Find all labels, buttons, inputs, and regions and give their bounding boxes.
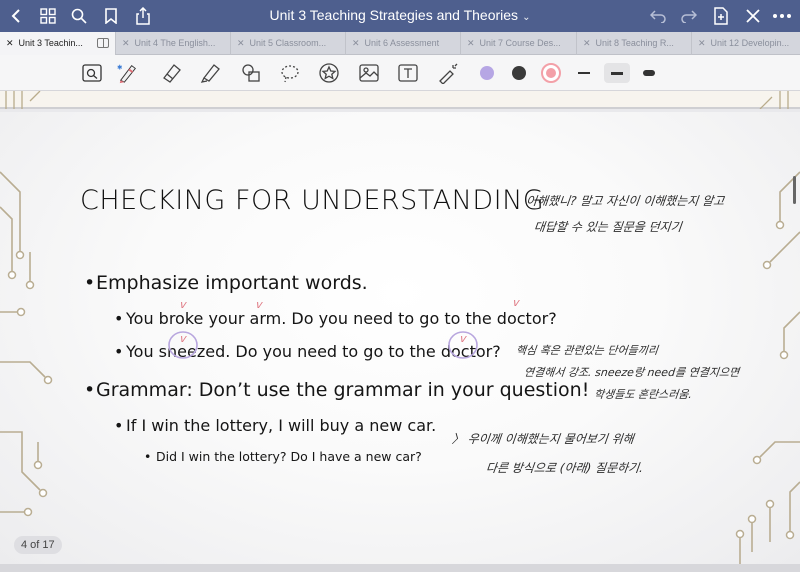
tab-close-icon[interactable]: ✕ <box>467 38 475 48</box>
circuit-decoration-top <box>5 90 789 110</box>
tab-close-icon[interactable]: ✕ <box>122 38 130 48</box>
bullet-text: Did I win the lottery? Do I have a new c… <box>156 449 422 464</box>
redo-icon[interactable] <box>679 6 699 26</box>
thickness-thick[interactable] <box>638 63 660 83</box>
color-swatch-dark[interactable] <box>512 66 526 80</box>
ink-check-mark: v <box>179 298 188 311</box>
highlighter-tool-icon[interactable] <box>199 62 221 84</box>
bullet-dot: • <box>114 416 124 435</box>
tab-bar: ✕ Unit 3 Teachin... ✕ Unit 4 The English..… <box>0 32 800 55</box>
tab-close-icon[interactable]: ✕ <box>6 38 14 48</box>
sub-bullet-lottery: • If I win the lottery, I will buy a new … <box>114 416 437 435</box>
previous-page-edge <box>0 90 800 110</box>
color-swatch-purple[interactable] <box>480 66 494 80</box>
circuit-decoration <box>0 171 800 564</box>
page-counter: 4 of 17 <box>14 536 62 554</box>
laser-pointer-icon[interactable] <box>437 62 459 84</box>
document-title-text: Unit 3 Teaching Strategies and Theories <box>269 7 519 23</box>
split-view-icon[interactable] <box>97 38 109 48</box>
svg-text:✱: ✱ <box>117 64 122 71</box>
handwritten-note: 핵심 혹은 관련있는 단어들끼리 <box>515 344 659 357</box>
tab-label: Unit 5 Classroom... <box>249 38 327 48</box>
undo-icon[interactable] <box>648 6 668 26</box>
color-swatch-pink-selected[interactable] <box>541 63 561 83</box>
handwritten-note: 〉 우이께 이해했는지 물어보기 위해 <box>451 432 635 446</box>
bullet-dot: • <box>144 449 152 464</box>
annotation-toolbar: ✱ <box>0 55 800 91</box>
zoom-window-icon[interactable] <box>81 62 103 84</box>
bullet-text: You broke your arm. Do you need to go to… <box>126 309 557 328</box>
tab-label: Unit 8 Teaching R... <box>595 38 674 48</box>
bullet-dot: • <box>114 309 124 328</box>
tab-close-icon[interactable]: ✕ <box>352 38 360 48</box>
tab-unit-4[interactable]: ✕ Unit 4 The English... <box>116 32 231 55</box>
bullet-text: If I win the lottery, I will buy a new c… <box>126 416 437 435</box>
tab-label: Unit 12 Developin... <box>710 38 790 48</box>
tab-unit-6[interactable]: ✕ Unit 6 Assessment <box>346 32 461 55</box>
tab-label: Unit 6 Assessment <box>364 38 440 48</box>
lasso-tool-icon[interactable] <box>279 62 301 84</box>
thickness-medium-selected[interactable] <box>604 63 630 83</box>
next-page-edge <box>0 564 800 572</box>
close-icon[interactable] <box>743 6 763 26</box>
thickness-thin[interactable] <box>573 63 595 83</box>
elements-tool-icon[interactable] <box>318 62 340 84</box>
tab-unit-8[interactable]: ✕ Unit 8 Teaching R... <box>577 32 692 55</box>
tab-label: Unit 4 The English... <box>134 38 216 48</box>
title-bar: Unit 3 Teaching Strategies and Theories ⌄ <box>0 0 800 32</box>
more-options-icon[interactable] <box>772 6 792 26</box>
title-chevron-down-icon: ⌄ <box>522 12 531 23</box>
eraser-tool-icon[interactable] <box>161 62 183 84</box>
ink-check-mark: v <box>459 332 468 345</box>
handwritten-note: 대답할 수 있는 질문을 던지기 <box>533 220 683 234</box>
tab-label: Unit 3 Teachin... <box>18 38 83 48</box>
handwritten-note: 이해했니? 말고 자신이 이해했는지 알고 <box>525 194 725 208</box>
bullet-dot: • <box>84 272 96 294</box>
document-page[interactable]: CHECKING FOR UNDERSTANDING • Emphasize im… <box>0 112 800 564</box>
text-tool-icon[interactable] <box>397 62 419 84</box>
ink-check-mark: v <box>179 332 188 345</box>
shapes-tool-icon[interactable] <box>240 62 262 84</box>
tab-unit-5[interactable]: ✕ Unit 5 Classroom... <box>231 32 346 55</box>
tab-unit-7[interactable]: ✕ Unit 7 Course Des... <box>461 32 577 55</box>
handwritten-note: 학생들도 혼란스러움. <box>593 388 693 401</box>
add-page-icon[interactable] <box>711 6 731 26</box>
tab-close-icon[interactable]: ✕ <box>583 38 591 48</box>
tab-close-icon[interactable]: ✕ <box>237 38 245 48</box>
ink-check-mark: v <box>512 296 521 309</box>
tab-label: Unit 7 Course Des... <box>479 38 561 48</box>
sub-bullet-broke-arm: • You broke your arm. Do you need to go t… <box>114 309 557 328</box>
bullet-dot: • <box>84 379 96 401</box>
scrollbar-thumb[interactable] <box>793 176 796 204</box>
handwritten-note: 다른 방식으로 (아래) 질문하기. <box>485 461 644 475</box>
ink-check-mark: v <box>255 298 264 311</box>
pen-tool-icon[interactable]: ✱ <box>117 62 139 84</box>
bullet-dot: • <box>114 342 124 361</box>
tab-unit-12[interactable]: ✕ Unit 12 Developin... <box>692 32 800 55</box>
bullet-grammar: • Grammar: Don’t use the grammar in your … <box>84 379 590 401</box>
sub-sub-bullet-questions: • Did I win the lottery? Do I have a new … <box>144 449 422 464</box>
image-tool-icon[interactable] <box>358 62 380 84</box>
slide-title: CHECKING FOR UNDERSTANDING <box>80 185 545 216</box>
tab-close-icon[interactable]: ✕ <box>698 38 706 48</box>
bullet-text: Emphasize important words. <box>96 272 368 294</box>
handwritten-note: 연결해서 강조. sneeze랑 need를 연결지으면 <box>523 366 740 379</box>
tab-unit-3[interactable]: ✕ Unit 3 Teachin... <box>0 32 116 55</box>
bullet-emphasize: • Emphasize important words. <box>84 272 368 294</box>
bullet-text: Grammar: Don’t use the grammar in your q… <box>96 379 590 401</box>
